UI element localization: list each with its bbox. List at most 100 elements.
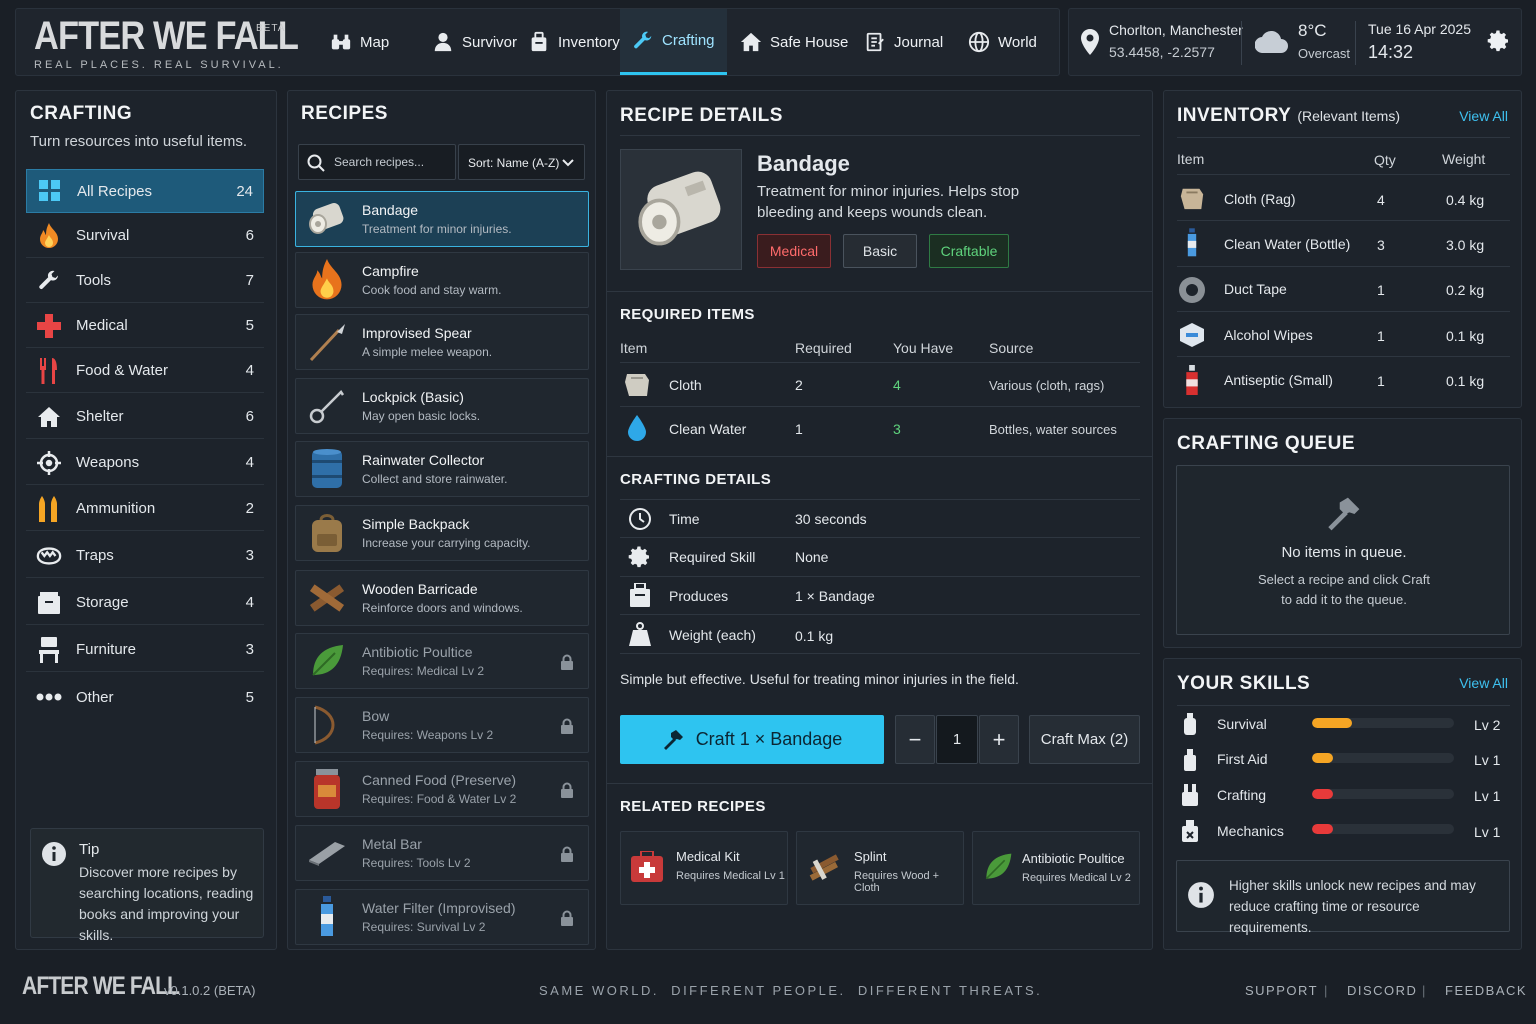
qty-input[interactable]: 1: [936, 715, 978, 764]
category-label: All Recipes: [77, 182, 153, 200]
grid-icon: [37, 178, 63, 204]
recipe-rainwater-collector[interactable]: Rainwater Collector Collect and store rai…: [295, 441, 589, 497]
craft-detail-label: Required Skill: [669, 549, 756, 565]
inventory-view-all-link[interactable]: View All: [1459, 108, 1508, 124]
support-link[interactable]: SUPPORT: [1245, 983, 1318, 998]
wrench-icon: [36, 268, 62, 294]
nav-map[interactable]: Map: [318, 9, 401, 75]
recipes-title: RECIPES: [301, 103, 388, 124]
gear-icon[interactable]: [1487, 29, 1511, 53]
planks-icon: [304, 575, 350, 621]
binoculars-icon: [331, 34, 351, 50]
category-survival[interactable]: Survival 6: [26, 214, 264, 258]
recipe-canned-food[interactable]: Canned Food (Preserve) Requires: Food & W…: [295, 761, 589, 817]
journal-icon: [866, 32, 884, 52]
app-logo[interactable]: AFTER WE FALL BETA REAL PLACES. REAL SUR…: [34, 15, 341, 71]
category-label: Traps: [76, 547, 114, 564]
nav-journal[interactable]: Journal: [852, 9, 955, 75]
skill-level: Lv 2: [1474, 717, 1501, 733]
col-header-source: Source: [989, 340, 1034, 356]
nav-world[interactable]: World: [956, 9, 1049, 75]
category-all-recipes[interactable]: All Recipes 24: [26, 169, 264, 213]
recipe-bandage[interactable]: Bandage Treatment for minor injuries.: [295, 191, 589, 247]
recipe-desc: Cook food and stay warm.: [362, 283, 502, 297]
category-medical[interactable]: Medical 5: [26, 304, 264, 348]
cloth-icon: [625, 374, 649, 396]
tip-text: Discover more recipes by searching locat…: [79, 864, 254, 943]
queue-hint: Select a recipe and click Craft: [1258, 572, 1430, 587]
recipe-desc: Requires: Weapons Lv 2: [362, 728, 494, 742]
inventory-item-qty: 1: [1377, 282, 1385, 298]
category-label: Furniture: [76, 641, 137, 658]
plus-icon: +: [992, 726, 1006, 752]
skill-progress-bar: [1312, 824, 1454, 834]
skill-progress-fill: [1312, 753, 1334, 763]
fire-icon: [304, 257, 350, 303]
required-items-title: REQUIRED ITEMS: [620, 306, 755, 323]
qty-decrease-button[interactable]: −: [895, 715, 935, 764]
category-label: Weapons: [76, 454, 140, 471]
craft-button[interactable]: Craft 1 × Bandage: [620, 715, 884, 764]
related-recipe-splint[interactable]: Splint Requires Wood + Cloth: [796, 831, 964, 905]
recipe-bow[interactable]: Bow Requires: Weapons Lv 2: [295, 697, 589, 753]
category-storage[interactable]: Storage 4: [26, 581, 264, 625]
category-weapons[interactable]: Weapons 4: [26, 441, 264, 485]
category-label: Medical: [76, 317, 128, 334]
category-furniture[interactable]: Furniture 3: [26, 628, 264, 672]
category-traps[interactable]: Traps 3: [26, 534, 264, 578]
nav-crafting[interactable]: Crafting: [620, 9, 727, 75]
category-food-water[interactable]: Food & Water 4: [26, 349, 264, 393]
recipe-metal-bar[interactable]: Metal Bar Requires: Tools Lv 2: [295, 825, 589, 881]
skills-info-text: Higher skills unlock new recipes and may…: [1229, 878, 1476, 935]
req-source: Bottles, water sources: [989, 422, 1117, 437]
category-ammunition[interactable]: Ammunition 2: [26, 487, 264, 531]
recipe-simple-backpack[interactable]: Simple Backpack Increase your carrying ca…: [295, 505, 589, 561]
category-tools[interactable]: Tools 7: [26, 259, 264, 303]
nav-survivor[interactable]: Survivor: [420, 9, 529, 75]
sort-label: Sort: Name (A-Z): [468, 156, 560, 170]
minus-icon: −: [908, 726, 922, 752]
inventory-item-weight: 3.0 kg: [1446, 237, 1485, 253]
recipe-water-filter[interactable]: Water Filter (Improvised) Requires: Survi…: [295, 889, 589, 945]
related-recipe-medical-kit[interactable]: Medical Kit Requires Medical Lv 1: [620, 831, 788, 905]
recipe-name: Canned Food (Preserve): [362, 772, 517, 788]
feedback-link[interactable]: FEEDBACK: [1445, 983, 1527, 998]
recipe-desc: Reinforce doors and windows.: [362, 601, 523, 615]
category-count: 5: [245, 688, 254, 706]
inventory-item-weight: 0.1 kg: [1446, 328, 1485, 344]
category-other[interactable]: Other 5: [26, 675, 264, 719]
inventory-item-name: Clean Water (Bottle): [1224, 236, 1351, 252]
dots-icon: [36, 684, 62, 710]
category-shelter[interactable]: Shelter 6: [26, 395, 264, 439]
search-input[interactable]: Search recipes...: [298, 144, 456, 180]
medkit-icon: [631, 851, 663, 882]
clock-icon: [629, 508, 651, 530]
recipe-campfire[interactable]: Campfire Cook food and stay warm.: [295, 252, 589, 308]
nav-safe-house[interactable]: Safe House: [728, 9, 860, 75]
water-drop-icon: [628, 415, 646, 441]
nav-inventory[interactable]: Inventory: [516, 9, 632, 75]
recipe-name: Bow: [362, 708, 390, 724]
recipe-wooden-barricade[interactable]: Wooden Barricade Reinforce doors and wind…: [295, 570, 589, 626]
skills-view-all-link[interactable]: View All: [1459, 675, 1508, 691]
logo-text: AFTER WE FALL: [34, 14, 299, 58]
search-icon: [307, 154, 325, 172]
qty-increase-button[interactable]: +: [979, 715, 1019, 764]
inventory-title: INVENTORY: [1177, 105, 1292, 126]
crafting-sidebar: CRAFTING Turn resources into useful item…: [15, 90, 277, 950]
footer-logo: AFTER WE FALL: [22, 972, 180, 1000]
related-recipe-antibiotic-poultice[interactable]: Antibiotic Poultice Requires Medical Lv …: [972, 831, 1140, 905]
queue-empty-box: No items in queue. Select a recipe and c…: [1176, 465, 1510, 635]
nav-world-label: World: [998, 33, 1037, 51]
sort-dropdown[interactable]: Sort: Name (A-Z): [458, 144, 585, 180]
discord-link[interactable]: DISCORD: [1347, 983, 1417, 998]
trap-icon: [36, 543, 62, 569]
inventory-item-weight: 0.1 kg: [1446, 373, 1485, 389]
recipe-improvised-spear[interactable]: Improvised Spear A simple melee weapon.: [295, 314, 589, 370]
craft-max-button[interactable]: Craft Max (2): [1029, 715, 1140, 764]
recipe-name: Bandage: [362, 202, 419, 218]
recipe-lockpick[interactable]: Lockpick (Basic) May open basic locks.: [295, 378, 589, 434]
recipe-antibiotic-poultice[interactable]: Antibiotic Poultice Requires: Medical Lv …: [295, 633, 589, 689]
leaf-icon: [304, 638, 350, 684]
crafting-skill-icon: [1182, 784, 1198, 806]
